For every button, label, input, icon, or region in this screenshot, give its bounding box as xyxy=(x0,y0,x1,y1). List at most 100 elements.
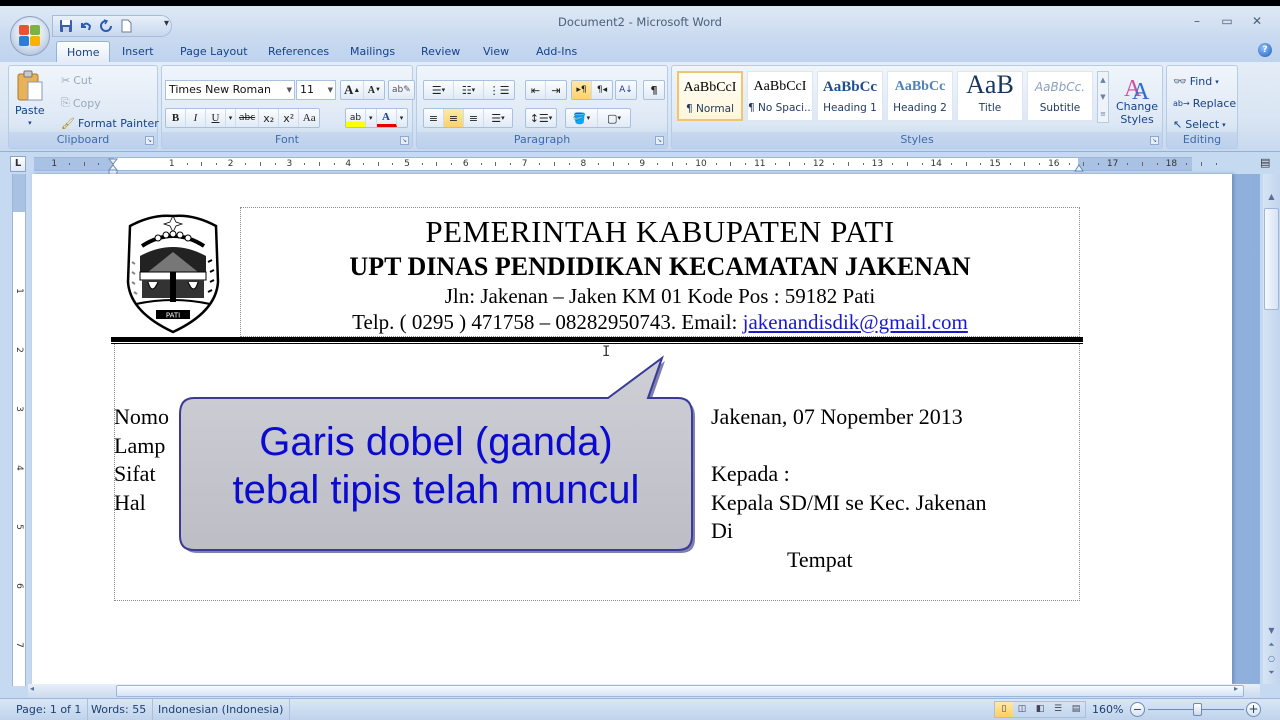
increase-indent-button[interactable]: ⇥ xyxy=(546,81,566,99)
pati-regency-logo[interactable]: PATI xyxy=(122,212,224,334)
close-button[interactable]: ✕ xyxy=(1244,12,1270,30)
styles-launcher-icon[interactable]: ↘ xyxy=(1150,136,1159,145)
tab-page-layout[interactable]: Page Layout xyxy=(170,41,258,62)
full-screen-reading-view-button[interactable]: ◫ xyxy=(1013,702,1031,717)
style-no-spacing[interactable]: AaBbCcI ¶ No Spaci... xyxy=(747,71,813,121)
maximize-button[interactable]: ▭ xyxy=(1214,12,1240,30)
borders-button[interactable]: ▢ ▾ xyxy=(598,109,630,127)
scroll-down-icon[interactable]: ▼ xyxy=(1263,626,1280,640)
right-indent-marker-icon[interactable] xyxy=(1074,160,1084,172)
font-launcher-icon[interactable]: ↘ xyxy=(400,136,409,145)
vertical-scroll-thumb[interactable] xyxy=(1264,208,1279,310)
paragraph-launcher-icon[interactable]: ↘ xyxy=(655,136,664,145)
tab-review[interactable]: Review xyxy=(411,41,470,62)
scroll-right-icon[interactable]: ▸ xyxy=(1234,684,1238,693)
help-icon[interactable]: ? xyxy=(1258,43,1272,57)
horizontal-scrollbar[interactable]: ◂ ▸ xyxy=(28,684,1260,698)
decrease-indent-button[interactable]: ⇤ xyxy=(526,81,546,99)
style-name: Heading 1 xyxy=(823,102,877,114)
print-layout-view-button[interactable]: ▯ xyxy=(995,702,1013,717)
zoom-out-button[interactable]: − xyxy=(1130,702,1145,717)
scroll-left-icon[interactable]: ◂ xyxy=(30,684,34,693)
copy-button[interactable]: ⎘ Copy xyxy=(61,96,101,110)
change-case-button[interactable]: Aa xyxy=(299,109,319,127)
subscript-button[interactable]: x₂ xyxy=(259,109,280,127)
highlight-button[interactable]: ab xyxy=(346,109,366,127)
vertical-scrollbar[interactable]: ▲ ▼ ⏶ ○ ⏷ xyxy=(1263,174,1280,684)
shading-button[interactable]: 🪣 ▾ xyxy=(566,109,598,127)
ruler-tick xyxy=(892,163,894,165)
underline-dropdown-icon[interactable]: ▾ xyxy=(226,109,236,127)
bullets-button[interactable]: ☰ ▾ xyxy=(424,81,454,99)
font-color-dropdown-icon[interactable]: ▾ xyxy=(397,109,407,127)
increase-indent-icon: ⇥ xyxy=(551,83,561,97)
show-marks-button[interactable]: ¶ xyxy=(643,80,665,100)
outline-view-button[interactable]: ☰ xyxy=(1049,702,1067,717)
grow-font-button[interactable]: A ▲ xyxy=(341,81,365,99)
underline-button[interactable]: U xyxy=(206,109,226,127)
format-painter-button[interactable]: 🖌 Format Painter xyxy=(61,117,159,130)
clipboard-launcher-icon[interactable]: ↘ xyxy=(145,136,154,145)
browse-object-icon[interactable]: ○ xyxy=(1263,654,1280,668)
clear-formatting-button[interactable]: ab✎ xyxy=(388,80,415,100)
tab-insert[interactable]: Insert xyxy=(112,41,164,62)
font-name-select[interactable]: Times New Roman ▼ xyxy=(165,80,295,100)
shrink-font-button[interactable]: A ▼ xyxy=(364,81,384,99)
ltr-button[interactable]: ▸¶ xyxy=(572,81,592,99)
styles-scroll[interactable]: ▲ ▼ ≡ xyxy=(1097,71,1109,123)
align-left-button[interactable]: ≡ xyxy=(424,109,444,127)
style-heading-1[interactable]: AaBbCc Heading 1 xyxy=(817,71,883,121)
tab-mailings[interactable]: Mailings xyxy=(340,41,405,62)
email-link[interactable]: jakenandisdik@gmail.com xyxy=(743,310,968,334)
paste-button[interactable]: Paste ▾ xyxy=(15,70,45,127)
rtl-button[interactable]: ¶◂ xyxy=(592,81,612,99)
style-subtitle[interactable]: AaBbCc. Subtitle xyxy=(1027,71,1093,121)
web-layout-view-button[interactable]: ◧ xyxy=(1031,702,1049,717)
word-count[interactable]: Words: 55 xyxy=(85,699,154,720)
draft-view-button[interactable]: ▤ xyxy=(1067,702,1085,717)
double-line-thick[interactable] xyxy=(111,337,1083,342)
tab-references[interactable]: References xyxy=(258,41,339,62)
change-styles-button[interactable]: AA Change Styles xyxy=(1114,72,1160,126)
line-spacing-button[interactable]: ↕☰ ▾ xyxy=(525,108,557,128)
cursor-arrow-icon: ↖ xyxy=(1173,118,1183,131)
strikethrough-button[interactable]: abc xyxy=(236,109,260,127)
justify-button[interactable]: ☰ ▾ xyxy=(484,109,512,127)
font-size-select[interactable]: 11 ▼ xyxy=(296,80,336,100)
zoom-in-button[interactable]: + xyxy=(1246,702,1261,717)
tab-add-ins[interactable]: Add-Ins xyxy=(526,41,587,62)
numbering-button[interactable]: ☷ ▾ xyxy=(454,81,484,99)
replace-button[interactable]: ab→ Replace xyxy=(1173,97,1236,110)
sort-button[interactable]: A↓ xyxy=(615,80,637,100)
cut-button[interactable]: ✂ Cut xyxy=(61,74,92,87)
font-color-button[interactable]: A xyxy=(376,109,397,127)
tab-home[interactable]: Home xyxy=(56,41,111,62)
style-normal[interactable]: AaBbCcI ¶ Normal xyxy=(677,71,743,121)
scroll-up-icon[interactable]: ▲ xyxy=(1263,192,1280,206)
highlight-dropdown-icon[interactable]: ▾ xyxy=(366,109,377,127)
paste-dropdown-icon[interactable]: ▾ xyxy=(28,119,32,127)
tab-view[interactable]: View xyxy=(473,41,519,62)
previous-page-icon[interactable]: ⏶ xyxy=(1263,640,1280,654)
next-page-icon[interactable]: ⏷ xyxy=(1263,668,1280,682)
superscript-button[interactable]: x² xyxy=(279,109,300,127)
ruler-strip[interactable]: 1 1 2 3 4 5 6 7 8 9 10 11 12 13 14 15 16 17 18 xyxy=(34,157,1217,176)
language-indicator[interactable]: Indonesian (Indonesia) xyxy=(152,699,291,720)
zoom-slider-thumb[interactable] xyxy=(1193,703,1202,716)
select-button[interactable]: ↖ Select ▾ xyxy=(1173,118,1226,131)
horizontal-scroll-thumb[interactable] xyxy=(116,685,1244,697)
italic-button[interactable]: I xyxy=(186,109,206,127)
view-ruler-icon[interactable]: ▤ xyxy=(1260,156,1274,172)
multilevel-list-button[interactable]: ⋮☰ xyxy=(484,81,514,99)
align-center-button[interactable]: ≡ xyxy=(444,109,464,127)
find-button[interactable]: 👓 Find ▾ xyxy=(1173,75,1219,88)
minimize-button[interactable]: – xyxy=(1184,12,1210,30)
page-count[interactable]: Page: 1 of 1 xyxy=(10,699,89,720)
zoom-level[interactable]: 160% xyxy=(1092,699,1123,720)
align-right-button[interactable]: ≡ xyxy=(464,109,484,127)
style-title[interactable]: AaB Title xyxy=(957,71,1023,121)
office-button[interactable] xyxy=(10,16,50,56)
style-heading-2[interactable]: AaBbCc Heading 2 xyxy=(887,71,953,121)
tab-selector-button[interactable]: L xyxy=(10,156,26,172)
bold-button[interactable]: B xyxy=(166,109,186,127)
